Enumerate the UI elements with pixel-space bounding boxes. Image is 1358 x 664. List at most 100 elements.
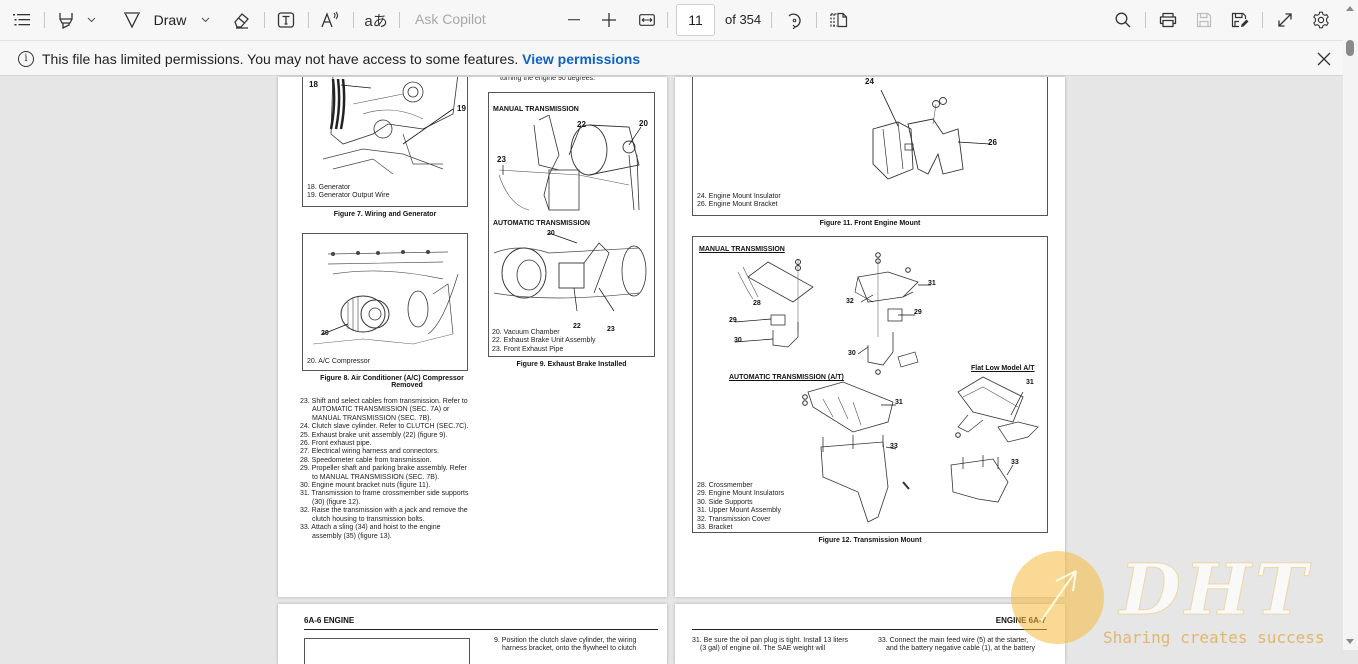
view-permissions-link[interactable]: View permissions bbox=[522, 51, 640, 67]
highlighter-icon bbox=[59, 13, 73, 29]
pen-icon bbox=[124, 12, 140, 29]
scroll-down-arrow[interactable] bbox=[1346, 639, 1354, 644]
settings-icon bbox=[1313, 11, 1329, 29]
callout-20: 20 bbox=[547, 230, 555, 237]
highlight-button[interactable] bbox=[55, 0, 77, 40]
header-rule bbox=[692, 629, 1047, 630]
figure-8-box: 20 20. A/C Compressor bbox=[302, 233, 468, 371]
step-item: 31. Transmission to frame crossmember si… bbox=[300, 490, 469, 506]
legend-item: 28. Crossmember bbox=[697, 482, 753, 489]
legend-item: 24. Engine Mount Insulator bbox=[697, 193, 781, 200]
ask-copilot-input[interactable]: Ask Copilot bbox=[415, 11, 486, 27]
fit-to-width-button[interactable] bbox=[636, 0, 658, 40]
callout-28: 28 bbox=[753, 300, 761, 307]
save-button[interactable] bbox=[1193, 0, 1215, 40]
step-item: 23. Shift and select cables from transmi… bbox=[300, 398, 468, 422]
save-as-button[interactable] bbox=[1229, 0, 1251, 40]
legend-item: 31. Upper Mount Assembly bbox=[697, 507, 782, 515]
step-item: 28. Speedometer cable from transmission. bbox=[300, 456, 432, 464]
callout-33: 33 bbox=[1011, 459, 1019, 466]
figure-11-caption: Figure 11. Front Engine Mount bbox=[819, 220, 921, 227]
zoom-out-button[interactable] bbox=[564, 0, 584, 40]
legend-item: 18. Generator bbox=[307, 184, 351, 191]
fig9-subhead-manual: MANUAL TRANSMISSION bbox=[493, 106, 579, 113]
figure-box bbox=[304, 638, 470, 664]
callout-31: 31 bbox=[1026, 379, 1034, 386]
close-infobar-button[interactable] bbox=[1314, 49, 1334, 69]
callout-29: 29 bbox=[914, 309, 922, 316]
callout-26: 26 bbox=[988, 138, 997, 147]
legend-item: 29. Engine Mount Insulators bbox=[697, 490, 785, 498]
draw-button[interactable]: Draw bbox=[150, 0, 190, 40]
step-line: 9. Position the clutch slave cylinder, t… bbox=[494, 637, 637, 644]
toolbar-divider bbox=[1145, 12, 1146, 28]
zoom-in-button[interactable] bbox=[599, 0, 619, 40]
arrow-icon bbox=[1040, 570, 1077, 622]
fullscreen-button[interactable] bbox=[1274, 0, 1296, 40]
callout-30: 30 bbox=[734, 337, 742, 344]
toolbar-divider bbox=[264, 12, 265, 28]
vertical-scrollbar[interactable] bbox=[1343, 40, 1358, 650]
generator-illustration bbox=[322, 77, 459, 175]
legend-item: 20. A/C Compressor bbox=[307, 358, 371, 365]
permissions-infobar: i This file has limited permissions. You… bbox=[0, 40, 1343, 76]
page-number-input[interactable]: 11 bbox=[676, 4, 715, 36]
toolbar-divider bbox=[399, 12, 400, 28]
toolbar-divider bbox=[353, 12, 354, 28]
infobar-message-container: This file has limited permissions. You m… bbox=[42, 51, 640, 67]
step-item: 27. Electrical wiring harness and connec… bbox=[300, 448, 439, 456]
callout-20: 20 bbox=[321, 330, 329, 337]
figure-11-legend: 24. Engine Mount Insulator 26. Engine Mo… bbox=[697, 193, 781, 210]
step-text: 9. Position the clutch slave cylinder, t… bbox=[494, 637, 636, 654]
callout-32: 32 bbox=[846, 298, 854, 305]
plus-icon bbox=[602, 13, 616, 27]
add-text-button[interactable] bbox=[274, 0, 298, 40]
legend-item: 19. Generator Output Wire bbox=[307, 192, 390, 200]
page-total: of 354 bbox=[725, 12, 762, 27]
table-of-contents-button[interactable] bbox=[10, 0, 34, 40]
highlight-dropdown[interactable] bbox=[84, 0, 98, 40]
erase-button[interactable] bbox=[229, 0, 253, 40]
rotate-button[interactable] bbox=[783, 0, 805, 40]
scrollbar-thumb[interactable] bbox=[1346, 40, 1354, 56]
draw-dropdown[interactable] bbox=[198, 0, 212, 40]
exhaust-brake-auto-illustration bbox=[493, 233, 647, 312]
rotate-icon bbox=[788, 13, 801, 29]
translate-button[interactable]: aあ bbox=[363, 0, 389, 40]
figure-7-caption: Figure 7. Wiring and Generator bbox=[333, 211, 437, 218]
step-line: 31. Be sure the oil pan plug is tight. I… bbox=[692, 637, 849, 644]
figure-12-box: MANUAL TRANSMISSION 28 29 30 31 32 29 30… bbox=[692, 236, 1048, 533]
search-icon bbox=[1115, 12, 1131, 28]
close-icon bbox=[1317, 52, 1331, 66]
callout-20: 20 bbox=[639, 119, 648, 128]
step-item: 30. Engine mount bracket nuts (figure 11… bbox=[300, 482, 431, 490]
print-button[interactable] bbox=[1157, 0, 1179, 40]
step-item: 24. Clutch slave cylinder. Refer to CLUT… bbox=[300, 423, 469, 431]
step-item: 25. Exhaust brake unit assembly (22) (fi… bbox=[300, 431, 448, 439]
minus-icon bbox=[568, 19, 580, 21]
pdf-page-next-right: ENGINE 6A-7 31. Be sure the oil pan plug… bbox=[675, 604, 1065, 664]
search-button[interactable] bbox=[1112, 0, 1134, 40]
callout-23: 23 bbox=[497, 155, 506, 164]
engine-mount-illustration bbox=[872, 89, 991, 180]
toolbar-divider bbox=[308, 12, 309, 28]
page-view-button[interactable] bbox=[828, 0, 850, 40]
pdf-page-right: 24 26 24. Engine Mount Insulator 26. Eng… bbox=[675, 77, 1065, 597]
figure-7-legend: 18. Generator 19. Generator Output Wire bbox=[307, 184, 389, 201]
watermark-circle bbox=[1011, 551, 1104, 644]
caption-line: Figure 8. Air Conditioner (A/C) Compress… bbox=[320, 375, 464, 382]
draw-tool-icon-button[interactable] bbox=[120, 0, 144, 40]
chevron-down-icon bbox=[87, 17, 95, 23]
legend-item: 30. Side Supports bbox=[697, 498, 753, 506]
toolbar-divider bbox=[1262, 12, 1263, 28]
read-aloud-button[interactable] bbox=[318, 0, 344, 40]
header-rule bbox=[304, 629, 658, 630]
figure-8-caption: Figure 8. Air Conditioner (A/C) Compress… bbox=[302, 375, 482, 389]
page-header: 6A-6 ENGINE bbox=[304, 616, 355, 625]
figure-8-legend: 20. A/C Compressor bbox=[307, 358, 370, 366]
scroll-up-arrow[interactable] bbox=[1346, 6, 1354, 11]
settings-button[interactable] bbox=[1310, 0, 1332, 40]
pdf-page-left: 18 19 18. Generator 19. Generator Output… bbox=[278, 77, 667, 597]
translate-icon: aあ bbox=[364, 12, 388, 30]
print-icon bbox=[1159, 12, 1177, 28]
